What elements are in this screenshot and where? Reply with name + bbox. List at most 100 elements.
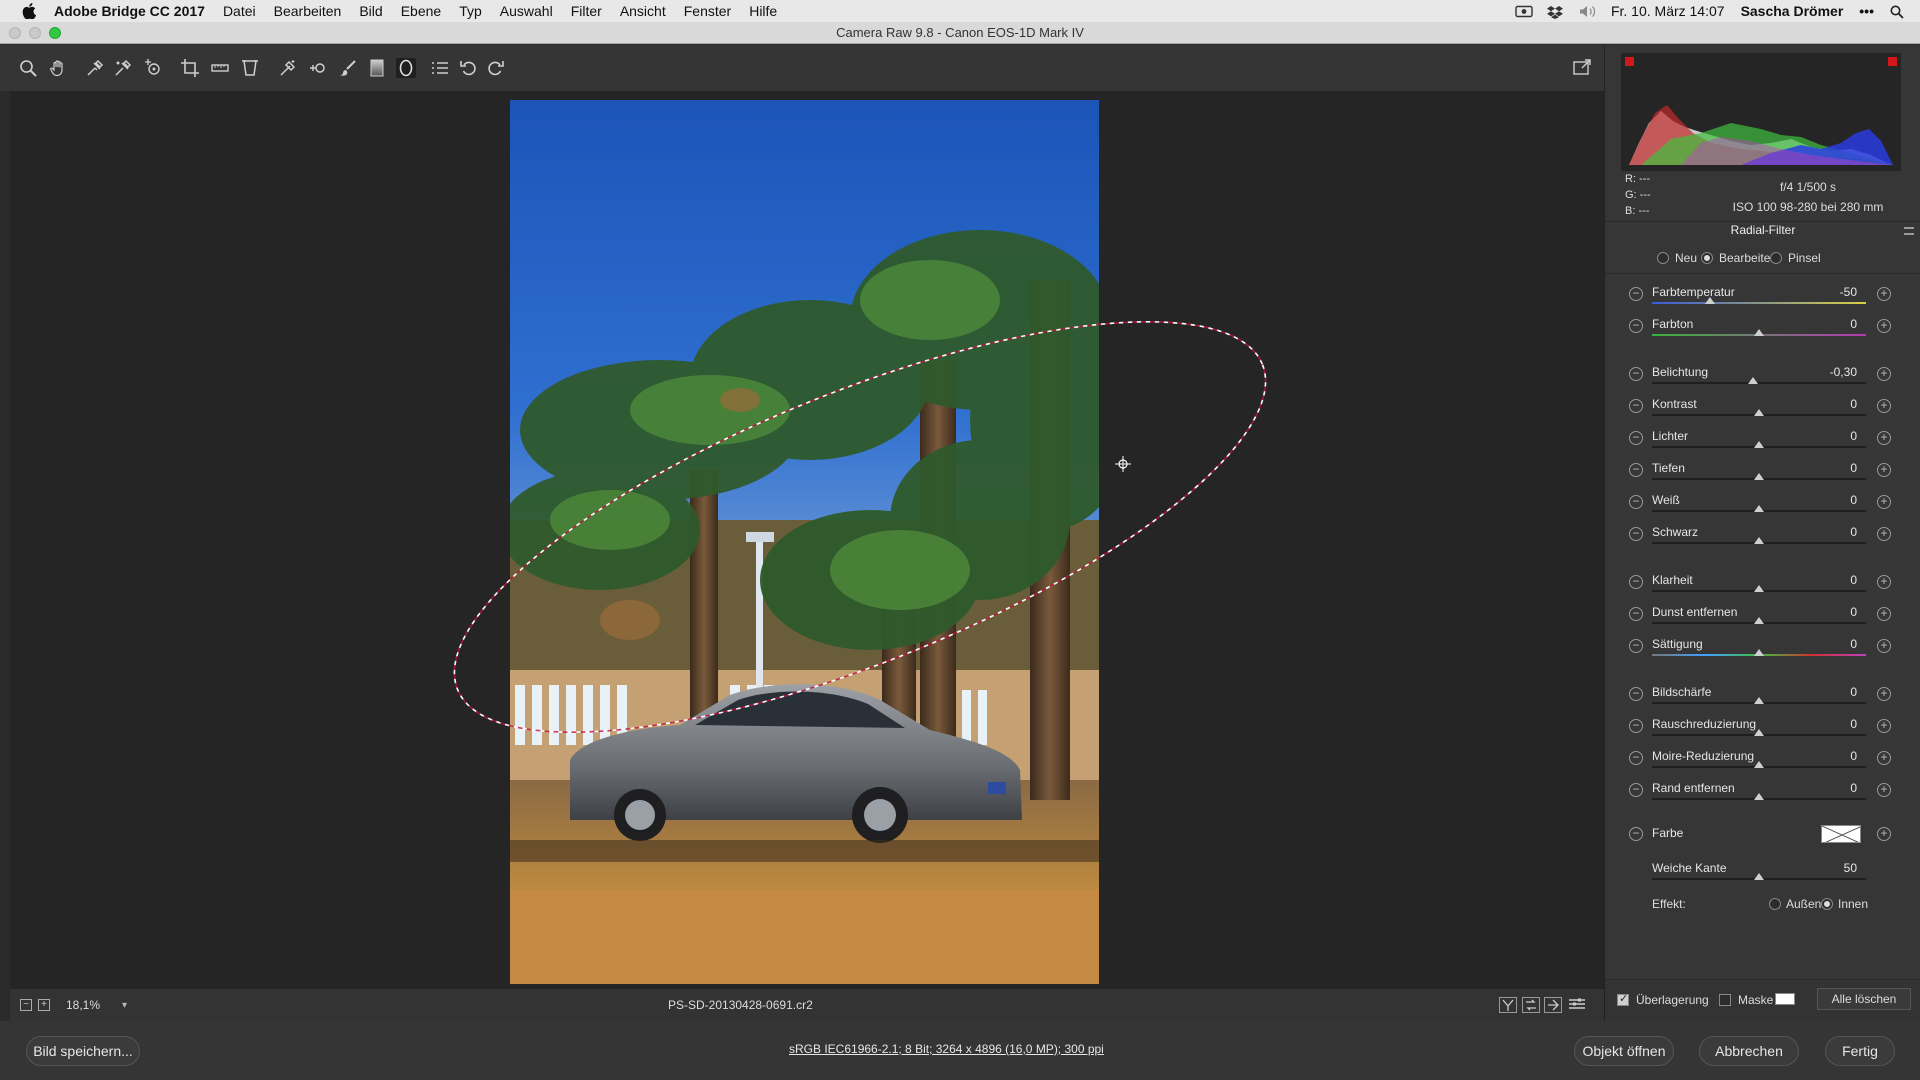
screen-capture-icon[interactable] xyxy=(1515,5,1533,18)
slider-value[interactable]: 0 xyxy=(1817,717,1857,731)
straighten-icon[interactable] xyxy=(210,58,230,78)
slider-value[interactable]: 0 xyxy=(1817,573,1857,587)
white-balance-icon[interactable] xyxy=(85,58,105,78)
slider-value[interactable]: 0 xyxy=(1817,637,1857,651)
shadow-clipping-warning-icon[interactable] xyxy=(1625,57,1634,66)
view-mode-y-icon[interactable] xyxy=(1499,997,1517,1013)
histogram[interactable] xyxy=(1621,53,1901,171)
decrease-icon[interactable]: − xyxy=(1629,399,1643,413)
red-eye-icon[interactable] xyxy=(308,58,328,78)
increase-icon[interactable]: + xyxy=(1877,399,1891,413)
spotlight-search-icon[interactable] xyxy=(1890,5,1906,19)
workflow-options-link[interactable]: sRGB IEC61966-2.1; 8 Bit; 3264 x 4896 (1… xyxy=(789,1042,1104,1056)
image-preview-area[interactable] xyxy=(10,91,1604,989)
swap-before-after-icon[interactable] xyxy=(1522,997,1540,1013)
clock[interactable]: Fr. 10. März 14:07 xyxy=(1611,3,1725,19)
slider-thumb[interactable] xyxy=(1754,793,1764,800)
highlight-clipping-warning-icon[interactable] xyxy=(1888,57,1897,66)
slider-moire-reduzierung[interactable]: − Moire-Reduzierung 0 + xyxy=(1605,747,1920,773)
slider-tiefen[interactable]: − Tiefen 0 + xyxy=(1605,459,1920,485)
close-window-button[interactable] xyxy=(9,27,21,39)
overlay-checkbox[interactable] xyxy=(1617,992,1629,1006)
slider-belichtung[interactable]: − Belichtung -0,30 + xyxy=(1605,363,1920,389)
decrease-icon[interactable]: − xyxy=(1629,287,1643,301)
increase-icon[interactable]: + xyxy=(1877,463,1891,477)
increase-icon[interactable]: + xyxy=(1877,319,1891,333)
increase-icon[interactable]: + xyxy=(1877,751,1891,765)
decrease-icon[interactable]: − xyxy=(1629,367,1643,381)
slider-thumb[interactable] xyxy=(1754,697,1764,704)
mode-new-label[interactable]: Neu xyxy=(1675,251,1697,265)
save-image-button[interactable]: Bild speichern... xyxy=(26,1036,140,1066)
user-name[interactable]: Sascha Drömer xyxy=(1741,3,1844,19)
slider-weiche-kante[interactable]: Weiche Kante 50 xyxy=(1605,859,1920,885)
slider-thumb[interactable] xyxy=(1754,537,1764,544)
menu-datei[interactable]: Datei xyxy=(223,3,256,19)
slider-farbton[interactable]: − Farbton 0 + xyxy=(1605,315,1920,341)
slider-bildschärfe[interactable]: − Bildschärfe 0 + xyxy=(1605,683,1920,709)
slider-track[interactable] xyxy=(1652,382,1866,384)
zoom-window-button[interactable] xyxy=(49,27,61,39)
decrease-icon[interactable]: − xyxy=(1629,607,1643,621)
menu-auswahl[interactable]: Auswahl xyxy=(500,3,553,19)
slider-value[interactable]: 0 xyxy=(1817,781,1857,795)
preview-preferences-icon[interactable] xyxy=(1568,997,1586,1013)
slider-value[interactable]: 0 xyxy=(1817,605,1857,619)
mode-brush-radio[interactable] xyxy=(1770,252,1782,264)
slider-thumb[interactable] xyxy=(1754,505,1764,512)
cancel-button[interactable]: Abbrechen xyxy=(1699,1036,1799,1066)
increase-icon[interactable]: + xyxy=(1877,527,1891,541)
mode-new-radio[interactable] xyxy=(1657,252,1669,264)
decrease-icon[interactable]: − xyxy=(1629,751,1643,765)
effect-outside-label[interactable]: Außen xyxy=(1786,897,1821,911)
slider-value[interactable]: 0 xyxy=(1817,461,1857,475)
mode-brush-label[interactable]: Pinsel xyxy=(1788,251,1821,265)
slider-thumb[interactable] xyxy=(1754,441,1764,448)
spot-removal-icon[interactable] xyxy=(278,58,298,78)
slider-thumb[interactable] xyxy=(1747,377,1758,384)
decrease-icon[interactable]: − xyxy=(1629,527,1643,541)
increase-icon[interactable]: + xyxy=(1877,495,1891,509)
zoom-in-button[interactable]: + xyxy=(38,999,50,1011)
overlay-label[interactable]: Überlagerung xyxy=(1636,993,1709,1007)
radial-filter-icon[interactable] xyxy=(396,58,416,78)
slider-value[interactable]: 0 xyxy=(1817,493,1857,507)
slider-weiß[interactable]: − Weiß 0 + xyxy=(1605,491,1920,517)
decrease-icon[interactable]: − xyxy=(1629,463,1643,477)
slider-value[interactable]: -50 xyxy=(1817,285,1857,299)
menu-ebene[interactable]: Ebene xyxy=(401,3,441,19)
slider-thumb[interactable] xyxy=(1754,761,1764,768)
slider-value[interactable]: 0 xyxy=(1817,317,1857,331)
filter-center-handle[interactable] xyxy=(1115,456,1131,472)
mask-label[interactable]: Maske xyxy=(1738,993,1773,1007)
menu-hilfe[interactable]: Hilfe xyxy=(749,3,777,19)
slider-thumb[interactable] xyxy=(1754,329,1764,336)
slider-lichter[interactable]: − Lichter 0 + xyxy=(1605,427,1920,453)
increase-icon[interactable]: + xyxy=(1877,639,1891,653)
mode-edit-label[interactable]: Bearbeiten xyxy=(1719,251,1777,265)
crop-icon[interactable] xyxy=(180,58,200,78)
rotate-cw-icon[interactable] xyxy=(485,58,505,78)
more-icon[interactable]: ••• xyxy=(1859,3,1874,19)
effect-inside-radio[interactable] xyxy=(1821,898,1833,910)
zoom-level[interactable]: 18,1% xyxy=(66,998,100,1012)
slider-thumb[interactable] xyxy=(1754,473,1764,480)
increase-icon[interactable]: + xyxy=(1877,367,1891,381)
increase-icon[interactable]: + xyxy=(1877,783,1891,797)
slider-sättigung[interactable]: − Sättigung 0 + xyxy=(1605,635,1920,661)
slider-kontrast[interactable]: − Kontrast 0 + xyxy=(1605,395,1920,421)
slider-rauschreduzierung[interactable]: − Rauschreduzierung 0 + xyxy=(1605,715,1920,741)
menu-filter[interactable]: Filter xyxy=(571,3,602,19)
graduated-filter-icon[interactable] xyxy=(367,58,387,78)
increase-icon[interactable]: + xyxy=(1877,719,1891,733)
decrease-icon[interactable]: − xyxy=(1629,783,1643,797)
decrease-icon[interactable]: − xyxy=(1629,495,1643,509)
effect-inside-label[interactable]: Innen xyxy=(1838,897,1868,911)
decrease-icon[interactable]: − xyxy=(1629,639,1643,653)
slider-value[interactable]: 0 xyxy=(1817,525,1857,539)
menu-fenster[interactable]: Fenster xyxy=(684,3,731,19)
slider-value[interactable]: -0,30 xyxy=(1817,365,1857,379)
decrease-icon[interactable]: − xyxy=(1629,431,1643,445)
decrease-icon[interactable]: − xyxy=(1629,687,1643,701)
effect-outside-radio[interactable] xyxy=(1769,898,1781,910)
